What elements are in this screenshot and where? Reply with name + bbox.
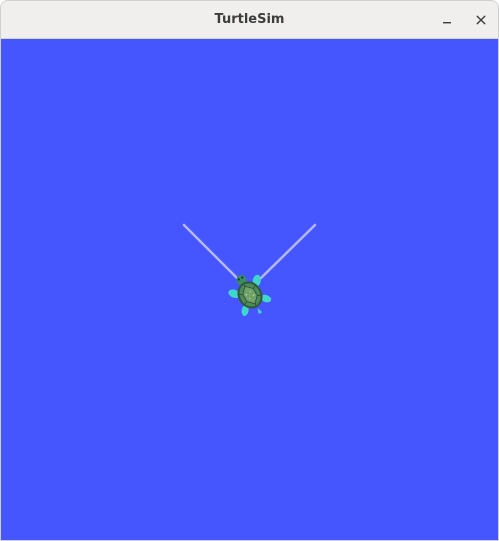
close-icon — [475, 14, 487, 26]
drawing-surface — [182, 223, 317, 316]
window-title: TurtleSim — [214, 12, 285, 27]
pen-trail-left — [182, 223, 239, 280]
turtlesim-window: TurtleSim — [0, 0, 499, 541]
close-button[interactable] — [469, 8, 493, 32]
turtle-sprite — [228, 274, 272, 316]
minimize-button[interactable] — [435, 8, 459, 32]
turtle-canvas[interactable] — [1, 39, 498, 540]
minimize-icon — [441, 14, 453, 26]
pen-trail-right — [259, 223, 317, 280]
title-bar[interactable]: TurtleSim — [1, 1, 498, 39]
